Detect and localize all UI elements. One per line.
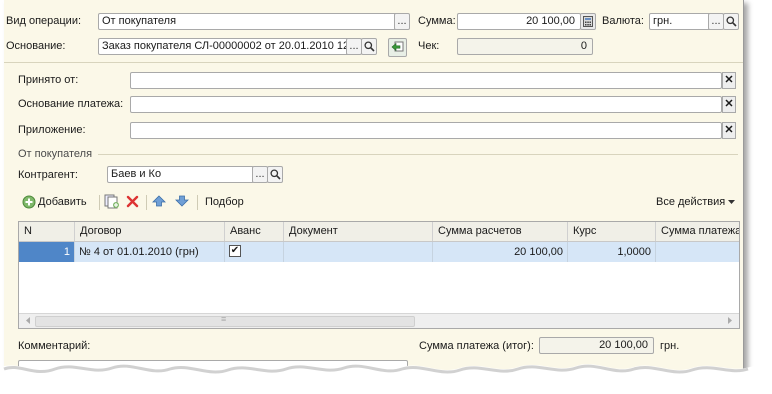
cell-rate[interactable]: 1,0000 <box>568 242 656 262</box>
check-label: Чек: <box>418 40 440 52</box>
cell-document[interactable] <box>284 242 433 262</box>
delete-icon[interactable] <box>126 194 139 213</box>
scrollbar-thumb[interactable]: ≡ <box>35 314 415 327</box>
basis-field[interactable]: Заказ покупателя СЛ-00000002 от 20.01.20… <box>98 38 353 55</box>
scrollbar-grip: ≡ <box>221 314 227 324</box>
received-from-field[interactable] <box>130 72 722 89</box>
cell-contract[interactable]: № 4 от 01.01.2010 (грн) <box>75 242 225 262</box>
payments-table[interactable]: N Договор Аванс Документ Сумма расчетов … <box>18 221 740 329</box>
section-title: От покупателя <box>18 148 93 160</box>
horizontal-scrollbar[interactable]: ≡ <box>19 313 739 328</box>
clear-attachment-icon[interactable]: ✕ <box>722 122 736 139</box>
attachment-field[interactable] <box>130 122 722 139</box>
total-label: Сумма платежа (итог): <box>419 340 534 352</box>
attachment-label: Приложение: <box>18 124 86 136</box>
magnifier-icon <box>725 16 737 27</box>
column-header-advance[interactable]: Аванс <box>225 222 284 241</box>
dropdown-arrow-icon <box>728 199 736 204</box>
payment-basis-field[interactable] <box>130 96 722 113</box>
basis-search-button[interactable] <box>361 38 377 55</box>
advance-checkbox[interactable]: ✔ <box>229 245 241 258</box>
counterparty-select-button[interactable]: ... <box>252 166 268 183</box>
clear-payment-basis-icon[interactable]: ✕ <box>722 96 736 113</box>
basis-select-button[interactable]: ... <box>346 38 362 55</box>
operation-type-label: Вид операции: <box>6 15 82 27</box>
cell-payment-sum[interactable] <box>656 242 739 262</box>
total-field[interactable]: 20 100,00 <box>539 337 654 354</box>
comment-label: Комментарий: <box>18 340 91 352</box>
counterparty-label: Контрагент: <box>18 169 78 181</box>
sum-field[interactable]: 20 100,00 <box>457 13 581 30</box>
table-row[interactable]: 1 № 4 от 01.01.2010 (грн) ✔ 20 100,00 1,… <box>19 242 739 262</box>
section-separator <box>98 154 738 155</box>
currency-label: Валюта: <box>602 15 644 27</box>
cell-settlement-sum[interactable]: 20 100,00 <box>433 242 568 262</box>
check-field[interactable]: 0 <box>457 38 593 55</box>
calculator-icon[interactable] <box>580 13 596 30</box>
magnifier-icon <box>269 169 281 180</box>
currency-field[interactable]: грн. <box>649 13 711 30</box>
arrow-down-icon[interactable] <box>175 194 189 213</box>
selection-button[interactable]: Подбор <box>205 194 244 210</box>
payment-document-form: Вид операции: От покупателя ... Сумма: 2… <box>4 0 744 372</box>
basis-label: Основание: <box>6 40 66 52</box>
add-circle-icon <box>22 195 36 209</box>
column-header-settlement-sum[interactable]: Сумма расчетов <box>433 222 568 241</box>
all-actions-menu[interactable]: Все действия <box>656 194 736 210</box>
cell-n[interactable]: 1 <box>19 242 75 262</box>
copy-icon[interactable] <box>104 194 120 214</box>
currency-search-button[interactable] <box>723 13 739 30</box>
operation-type-select-button[interactable]: ... <box>394 13 410 30</box>
sum-label: Сумма: <box>418 15 456 27</box>
scroll-right-icon <box>728 317 732 324</box>
received-from-label: Принято от: <box>18 74 79 86</box>
total-currency: грн. <box>660 340 680 352</box>
counterparty-search-button[interactable] <box>267 166 283 183</box>
magnifier-icon <box>363 41 375 52</box>
counterparty-field[interactable]: Баев и Ко <box>107 166 254 183</box>
column-header-contract[interactable]: Договор <box>75 222 225 241</box>
separator <box>4 62 743 63</box>
column-header-n[interactable]: N <box>19 222 75 241</box>
toolbar-divider <box>197 195 198 210</box>
operation-type-field[interactable]: От покупателя <box>98 13 399 30</box>
torn-edge <box>0 364 772 394</box>
arrow-up-icon[interactable] <box>152 194 166 213</box>
toolbar-divider <box>99 195 100 210</box>
toolbar-divider <box>146 195 147 210</box>
currency-select-button[interactable]: ... <box>708 13 724 30</box>
table-header: N Договор Аванс Документ Сумма расчетов … <box>19 222 739 242</box>
all-actions-label: Все действия <box>656 196 726 208</box>
column-header-payment-sum[interactable]: Сумма платежа <box>656 222 739 241</box>
cell-advance[interactable]: ✔ <box>225 242 284 262</box>
payment-basis-label: Основание платежа: <box>18 98 124 110</box>
column-header-rate[interactable]: Курс <box>568 222 656 241</box>
back-arrow-icon[interactable] <box>388 38 407 57</box>
column-header-document[interactable]: Документ <box>284 222 433 241</box>
clear-received-from-icon[interactable]: ✕ <box>722 72 736 89</box>
scroll-left-icon <box>26 317 30 324</box>
add-button[interactable]: Добавить <box>22 194 87 210</box>
add-button-label: Добавить <box>38 196 87 208</box>
